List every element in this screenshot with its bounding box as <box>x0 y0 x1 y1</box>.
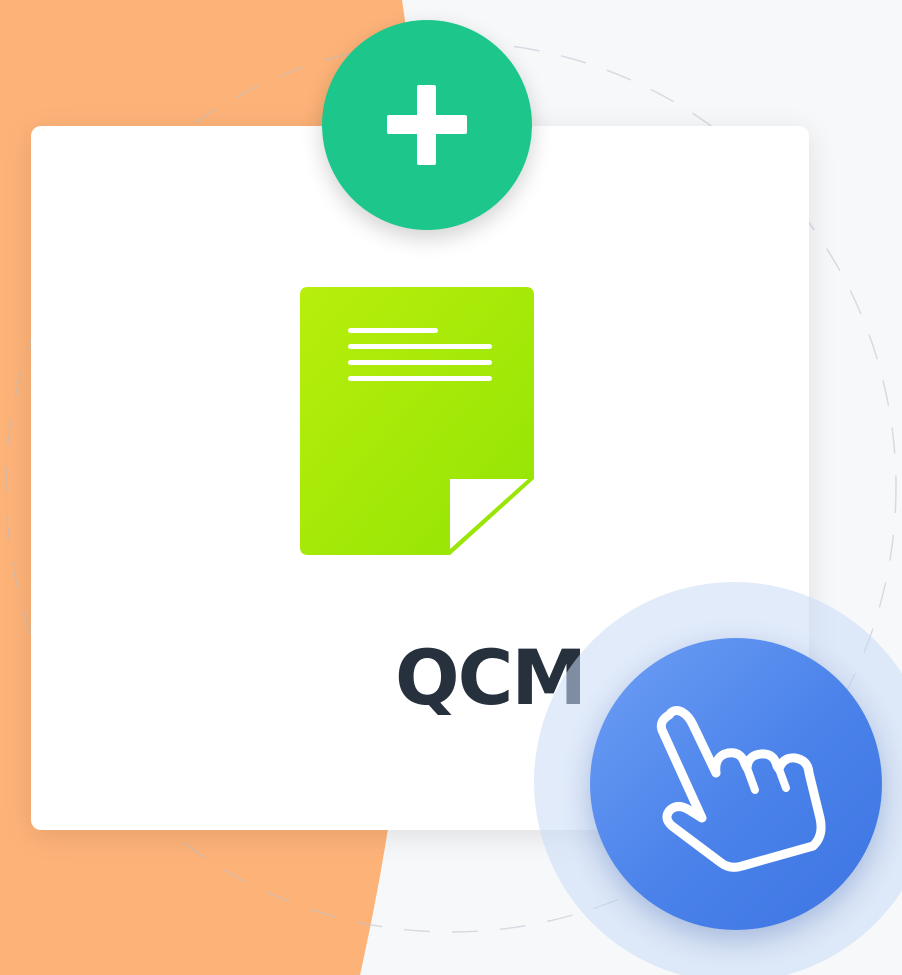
hand-pointer-icon <box>656 706 826 872</box>
tap-button[interactable] <box>590 638 882 930</box>
stage: QCM <box>0 0 902 975</box>
plus-icon <box>387 85 467 165</box>
add-button[interactable] <box>322 20 532 230</box>
document-icon <box>300 287 534 555</box>
